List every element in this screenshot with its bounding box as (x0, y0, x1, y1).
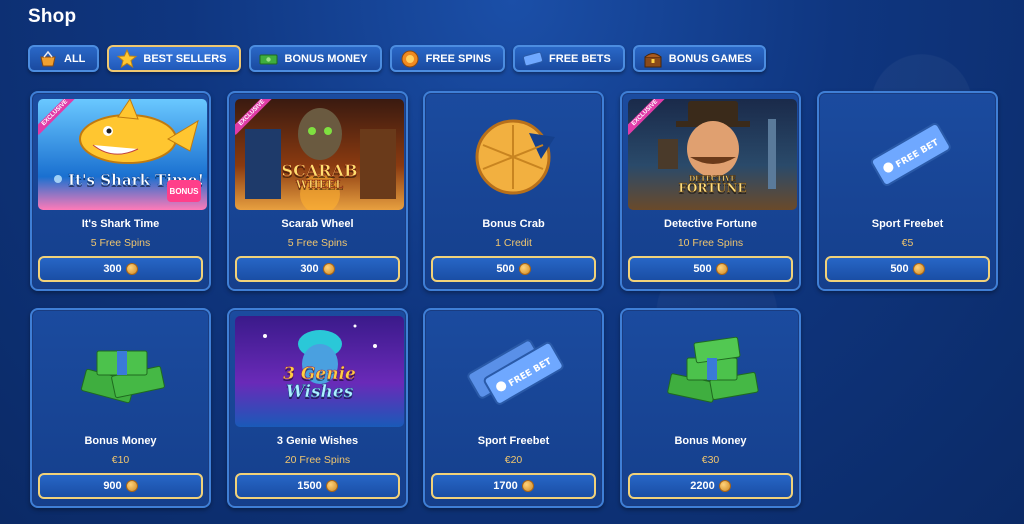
coin-icon (521, 480, 534, 492)
product-image: FREE BET (825, 99, 994, 210)
game-thumbnail: It's Shark Time! BONUS EXCLUSIVE (38, 99, 207, 210)
tab-free-bets[interactable]: FREE BETS (513, 45, 625, 72)
product-card[interactable]: 3 Genie Wishes 3 Genie Wishes 20 Free Sp… (227, 308, 408, 508)
game-logo-line2: WHEEL (295, 178, 344, 191)
product-name: Sport Freebet (871, 218, 944, 230)
buy-button[interactable]: 1700 (431, 473, 596, 499)
tab-label: BONUS MONEY (284, 52, 368, 65)
product-reward: 10 Free Spins (677, 237, 744, 249)
buy-button[interactable]: 1500 (235, 473, 400, 499)
crab-token-icon (475, 119, 555, 194)
game-logo-line2: FORTUNE (678, 181, 747, 195)
game-logo-line1: SCARAB (281, 161, 358, 180)
price-value: 500 (693, 263, 712, 275)
price-value: 300 (300, 263, 319, 275)
game-logo: 3 Genie Wishes (235, 365, 404, 402)
buy-button[interactable]: 900 (38, 473, 203, 499)
game-thumbnail: DETECTIVE FORTUNE EXCLUSIVE (628, 99, 797, 210)
product-name: Bonus Crab (482, 218, 545, 230)
product-name: Scarab Wheel (281, 218, 354, 230)
product-reward: €20 (504, 454, 523, 466)
tab-bonus-games[interactable]: BONUS GAMES (632, 45, 766, 72)
scarab-artwork (245, 108, 396, 210)
game-thumbnail: SCARAB WHEEL EXCLUSIVE (235, 99, 404, 210)
product-reward: 20 Free Spins (284, 454, 351, 466)
coin-icon (325, 480, 338, 492)
product-name: Bonus Money (674, 435, 747, 447)
game-logo: DETECTIVE FORTUNE (628, 175, 797, 195)
product-card[interactable]: Bonus Money €30 2200 (620, 308, 801, 508)
tab-label: FREE BETS (549, 52, 611, 65)
price-value: 2200 (690, 480, 715, 492)
tab-label: FREE SPINS (425, 52, 492, 65)
product-card[interactable]: FREE BET Sport Freebet €20 1700 (423, 308, 604, 508)
product-reward: €30 (701, 454, 720, 466)
product-name: Sport Freebet (477, 435, 550, 447)
tab-bonus-money[interactable]: BONUS MONEY (248, 45, 382, 72)
money-stack-icon (80, 350, 165, 403)
game-thumbnail: 3 Genie Wishes (235, 316, 404, 427)
treasure-icon (643, 49, 663, 69)
product-reward: €5 (901, 237, 914, 249)
product-name: Bonus Money (84, 435, 157, 447)
tab-label: BEST SELLERS (143, 52, 227, 65)
basket-icon (38, 49, 58, 69)
coin-icon (518, 263, 531, 275)
tab-label: ALL (64, 52, 86, 65)
product-image (38, 316, 207, 427)
coin-icon (125, 480, 138, 492)
coin-icon (912, 263, 925, 275)
tab-best-sellers[interactable]: BEST SELLERS (107, 45, 241, 72)
product-reward: 1 Credit (495, 237, 532, 249)
product-image (628, 316, 797, 427)
spin-icon (400, 49, 420, 69)
product-card[interactable]: DETECTIVE FORTUNE EXCLUSIVE Detective Fo… (620, 91, 801, 291)
money-icon (259, 49, 279, 69)
price-value: 500 (890, 263, 909, 275)
freebet-tickets-icon: FREE BET (466, 338, 564, 405)
buy-button[interactable]: 500 (825, 256, 990, 282)
star-icon (117, 48, 138, 69)
price-value: 500 (496, 263, 515, 275)
buy-button[interactable]: 2200 (628, 473, 793, 499)
price-value: 900 (103, 480, 122, 492)
game-logo-line2: Wishes (285, 381, 354, 402)
game-logo: SCARAB WHEEL (235, 161, 404, 191)
price-value: 1700 (493, 480, 518, 492)
product-image: FREE BET (431, 316, 600, 427)
tab-all[interactable]: ALL (28, 45, 100, 72)
tab-free-spins[interactable]: FREE SPINS (389, 45, 506, 72)
freebet-ticket-icon: FREE BET (870, 122, 951, 186)
product-card[interactable]: SCARAB WHEEL EXCLUSIVE Scarab Wheel 5 Fr… (227, 91, 408, 291)
coin-icon (715, 263, 728, 275)
page-title: Shop (28, 6, 77, 27)
product-reward: 5 Free Spins (287, 237, 348, 249)
buy-button[interactable]: 500 (628, 256, 793, 282)
product-image (431, 99, 600, 210)
product-name: It's Shark Time (81, 218, 160, 230)
product-card[interactable]: FREE BET Sport Freebet €5 500 (817, 91, 998, 291)
buy-button[interactable]: 300 (235, 256, 400, 282)
bonus-tag: BONUS (167, 180, 201, 202)
coin-icon (322, 263, 335, 275)
product-name: Detective Fortune (664, 218, 757, 230)
product-card[interactable]: Bonus Money €10 900 (30, 308, 211, 508)
product-name: 3 Genie Wishes (276, 435, 359, 447)
category-tabs: ALL BEST SELLERS BONUS MONEY FREE SPINS … (28, 45, 766, 72)
product-reward: 5 Free Spins (90, 237, 151, 249)
tab-label: BONUS GAMES (668, 52, 752, 65)
price-value: 1500 (297, 480, 322, 492)
buy-button[interactable]: 300 (38, 256, 203, 282)
coin-icon (125, 263, 138, 275)
product-reward: €10 (111, 454, 130, 466)
money-pile-icon (666, 336, 759, 403)
ticket-icon (523, 49, 544, 69)
product-card[interactable]: It's Shark Time! BONUS EXCLUSIVE It's Sh… (30, 91, 211, 291)
coin-icon (718, 480, 731, 492)
product-card[interactable]: Bonus Crab 1 Credit 500 (423, 91, 604, 291)
buy-button[interactable]: 500 (431, 256, 596, 282)
price-value: 300 (103, 263, 122, 275)
